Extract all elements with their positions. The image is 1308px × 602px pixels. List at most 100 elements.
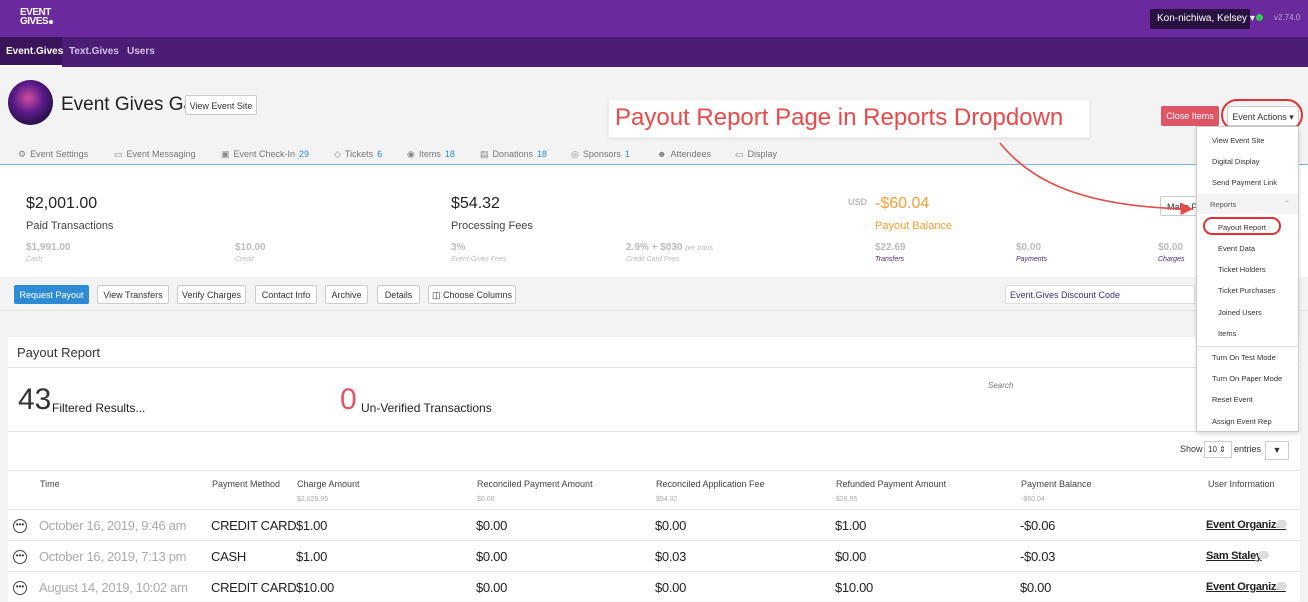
- tab-event-settings[interactable]: ⚙ Event Settings: [18, 149, 88, 160]
- menu-event-data[interactable]: Event Data: [1218, 244, 1255, 253]
- table-row[interactable]: ••• August 14, 2019, 10:02 am CREDIT CAR…: [8, 571, 1300, 602]
- col-reconciled-payment-total: $0.00: [477, 496, 495, 503]
- col-user-info[interactable]: User Information: [1208, 479, 1275, 489]
- paid-label: Paid Transactions: [26, 220, 114, 232]
- table-row[interactable]: ••• October 16, 2019, 7:13 pm CASH $1.00…: [8, 540, 1300, 571]
- menu-assign-rep[interactable]: Assign Event Rep: [1212, 417, 1272, 426]
- menu-ticket-purchases[interactable]: Ticket Purchases: [1218, 286, 1275, 295]
- tab-attendees[interactable]: ☻ Attendees: [657, 149, 711, 159]
- currency-label: USD: [848, 197, 868, 207]
- tab-users[interactable]: Users: [121, 37, 161, 67]
- comment-icon[interactable]: [1276, 520, 1287, 528]
- tab-event-gives[interactable]: Event.Gives: [0, 37, 63, 67]
- menu-view-event-site[interactable]: View Event Site: [1212, 136, 1264, 145]
- charges-amount: $0.00: [1158, 242, 1184, 253]
- filter-icon[interactable]: ▼: [1265, 441, 1289, 460]
- menu-ticket-holders[interactable]: Ticket Holders: [1218, 265, 1266, 274]
- filtered-label: Filtered Results...: [52, 401, 146, 415]
- cell-time: October 16, 2019, 9:46 am: [39, 518, 187, 533]
- table-row[interactable]: ••• October 16, 2019, 9:46 am CREDIT CAR…: [8, 509, 1300, 540]
- cell-reconciled-payment: $0.00: [476, 549, 508, 564]
- user-menu-button[interactable]: Kon-nichiwa, Kelsey ▾: [1150, 9, 1255, 29]
- archive-button[interactable]: Archive: [325, 285, 368, 304]
- chat-icon: ▭: [114, 149, 123, 159]
- view-event-site-button[interactable]: View Event Site: [185, 95, 257, 115]
- menu-items[interactable]: Items: [1218, 329, 1236, 338]
- tab-items[interactable]: ◉ Items 18: [407, 149, 455, 160]
- annotation-circle-payout-report: [1203, 217, 1281, 235]
- page-size-select[interactable]: 10 ⇕: [1204, 441, 1232, 458]
- comment-icon[interactable]: [1276, 582, 1287, 590]
- cell-reconciled-fee: $0.00: [655, 518, 687, 533]
- ticket-icon: ◇: [334, 149, 341, 159]
- donations-count: 18: [537, 149, 548, 159]
- col-refunded[interactable]: Refunded Payment Amount: [836, 479, 946, 489]
- view-transfers-button[interactable]: View Transfers: [97, 285, 169, 304]
- menu-digital-display[interactable]: Digital Display: [1212, 157, 1260, 166]
- tab-event-check-in[interactable]: ▣ Event Check-In 29: [221, 149, 309, 160]
- balance-label: Payout Balance: [875, 220, 953, 232]
- divider: [8, 367, 1300, 368]
- cell-reconciled-payment: $0.00: [476, 518, 508, 533]
- cell-reconciled-fee: $0.03: [655, 549, 687, 564]
- choose-columns-label: Choose Columns: [442, 290, 513, 300]
- entries-label: entries: [1234, 444, 1262, 454]
- payments-link[interactable]: Payments: [1016, 256, 1047, 263]
- close-items-button[interactable]: Close Items: [1161, 106, 1219, 126]
- row-actions-icon[interactable]: •••: [13, 550, 27, 564]
- col-reconciled-fee[interactable]: Reconciled Application Fee: [656, 479, 765, 489]
- tab-event-settings-label: Event Settings: [30, 149, 89, 159]
- comment-icon[interactable]: [1258, 551, 1269, 559]
- menu-paper-mode[interactable]: Turn On Paper Mode: [1212, 374, 1282, 383]
- tab-display[interactable]: ▭ Display: [735, 149, 777, 160]
- user-link[interactable]: Event Organizer: [1206, 519, 1286, 531]
- choose-columns-button[interactable]: ◫ Choose Columns: [428, 285, 516, 304]
- col-charge-total: $2,029.95: [297, 496, 329, 503]
- menu-joined-users[interactable]: Joined Users: [1218, 308, 1262, 317]
- charges-link[interactable]: Charges: [1158, 256, 1184, 263]
- col-charge-amount[interactable]: Charge Amount: [297, 479, 360, 489]
- verify-charges-button[interactable]: Verify Charges: [177, 285, 246, 304]
- tab-text-gives[interactable]: Text.Gives: [63, 37, 125, 67]
- user-link[interactable]: Sam Staley: [1206, 550, 1262, 562]
- transfers-link[interactable]: Transfers: [875, 256, 904, 263]
- details-button[interactable]: Details: [377, 285, 420, 304]
- tab-event-messaging[interactable]: ▭ Event Messaging: [114, 149, 196, 160]
- contact-info-button[interactable]: Contact Info: [255, 285, 317, 304]
- payments-amount: $0.00: [1016, 242, 1042, 253]
- row-actions-icon[interactable]: •••: [13, 581, 27, 595]
- request-payout-button[interactable]: Request Payout: [14, 285, 89, 304]
- sponsors-count: 1: [624, 149, 630, 159]
- user-link[interactable]: Event Organizer: [1206, 581, 1286, 593]
- filtered-count: 43: [18, 383, 52, 416]
- cc-fee-label: Credit Card Fees: [626, 256, 680, 263]
- cash-amount: $1,991.00: [26, 242, 71, 253]
- row-actions-icon[interactable]: •••: [13, 519, 27, 533]
- divider: [8, 470, 1300, 471]
- logo-line-2: GIVES: [20, 16, 49, 27]
- transfers-amount: $22.69: [875, 242, 906, 253]
- menu-reports-header[interactable]: Reports ⌃: [1197, 194, 1298, 214]
- menu-test-mode[interactable]: Turn On Test Mode: [1212, 353, 1276, 362]
- col-reconciled-payment[interactable]: Reconciled Payment Amount: [477, 479, 593, 489]
- item-icon: ◉: [407, 149, 415, 159]
- discount-code-input[interactable]: Event.Gives Discount Code: [1005, 285, 1195, 304]
- tab-donations[interactable]: ▤ Donations 18: [480, 149, 547, 160]
- cc-fee-rate-value: 2.9% + $030: [626, 242, 683, 253]
- show-label: Show: [1180, 444, 1203, 454]
- event-gives-logo[interactable]: EVENT GIVES: [20, 8, 58, 30]
- menu-reset-event[interactable]: Reset Event: [1212, 395, 1253, 404]
- tab-tickets[interactable]: ◇ Tickets 6: [334, 149, 382, 160]
- tab-donations-label: Donations: [492, 149, 534, 159]
- tab-sponsors[interactable]: ◎ Sponsors 1: [571, 149, 630, 160]
- col-payment-balance[interactable]: Payment Balance: [1021, 479, 1092, 489]
- stepper-icon: ⇕: [1219, 445, 1226, 454]
- col-payment-method[interactable]: Payment Method: [212, 479, 280, 489]
- tab-event-check-in-label: Event Check-In: [233, 149, 296, 159]
- unverified-count: 0: [340, 383, 357, 416]
- credit-amount: $10.00: [235, 242, 266, 253]
- gear-icon: ⚙: [18, 149, 27, 159]
- cell-reconciled-fee: $0.00: [655, 580, 687, 595]
- menu-send-payment-link[interactable]: Send Payment Link: [1212, 178, 1277, 187]
- col-time[interactable]: Time: [40, 479, 60, 489]
